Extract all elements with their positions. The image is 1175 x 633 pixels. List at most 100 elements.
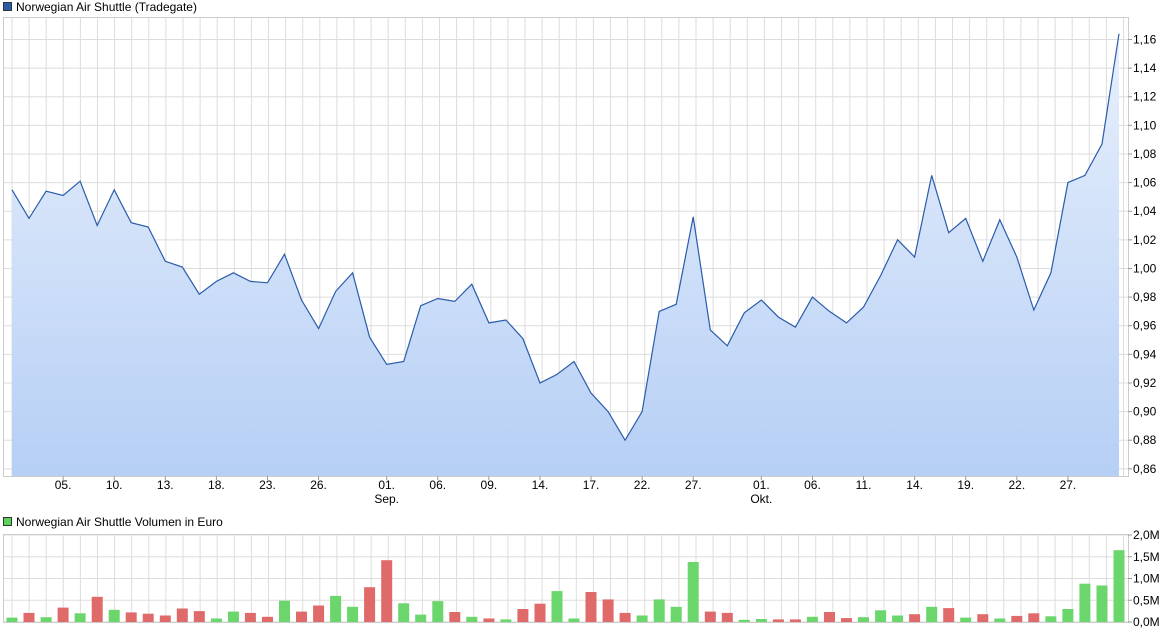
volume-bar	[210, 618, 222, 622]
volume-bar	[738, 619, 750, 622]
volume-bar	[244, 612, 256, 622]
volume-bar	[755, 619, 767, 622]
volume-bar	[1079, 583, 1091, 622]
volume-y-tick-label: 0,0M	[1133, 615, 1160, 629]
volume-bar	[313, 605, 325, 622]
volume-bar	[347, 606, 359, 622]
volume-bar	[909, 614, 921, 622]
volume-bar	[381, 560, 393, 622]
price-x-tick-label: 22.	[1008, 478, 1025, 492]
price-x-tick-label: 19.	[957, 478, 974, 492]
volume-bar	[1028, 613, 1040, 622]
volume-bar	[858, 617, 869, 622]
price-x-tick-label: 01.	[753, 478, 770, 492]
volume-bar	[227, 611, 239, 622]
price-y-tick-label: 0,90	[1133, 405, 1157, 419]
volume-y-tick-label: 1,0M	[1133, 572, 1160, 586]
volume-bar	[330, 595, 342, 622]
price-x-tick-label: 06.	[804, 478, 821, 492]
volume-bar	[125, 612, 137, 622]
price-x-tick-label: 27.	[1060, 478, 1077, 492]
price-x-tick-label: 22.	[634, 478, 651, 492]
price-x-tick-month: Okt.	[750, 492, 772, 506]
price-legend-swatch	[3, 2, 12, 11]
volume-bar	[687, 562, 699, 622]
volume-bar	[926, 606, 938, 622]
volume-bar	[602, 599, 614, 622]
price-x-tick-label: 26.	[310, 478, 327, 492]
volume-y-tick-label: 1,5M	[1133, 550, 1160, 564]
price-x-tick-label: 06.	[429, 478, 446, 492]
volume-y-axis: 0,0M 0,5M 1,0M 1,5M 2,0M	[1128, 528, 1160, 629]
volume-bar	[824, 612, 835, 622]
volume-bar	[398, 603, 410, 622]
volume-bar	[91, 596, 103, 622]
price-x-tick-label: 14.	[906, 478, 923, 492]
price-x-tick-label: 01.	[378, 478, 395, 492]
volume-bar	[296, 611, 307, 622]
volume-bar	[1096, 585, 1108, 622]
price-x-tick-label: 14.	[532, 478, 549, 492]
volume-bar	[176, 608, 188, 622]
volume-bar	[721, 612, 733, 622]
volume-bar	[415, 614, 427, 622]
price-y-tick-label: 0,92	[1133, 376, 1157, 390]
volume-bar	[483, 618, 495, 622]
volume-bar	[636, 615, 648, 622]
volume-y-tick-label: 0,5M	[1133, 593, 1160, 607]
price-x-tick-label: 13.	[157, 478, 174, 492]
price-x-tick-label: 18.	[208, 478, 225, 492]
price-x-tick-label: 09.	[481, 478, 498, 492]
chart-canvas: Norwegian Air Shuttle (Tradegate) 0,860,…	[3, 0, 1160, 629]
volume-bar	[789, 619, 801, 622]
volume-bars	[6, 550, 1125, 622]
volume-bar	[517, 609, 529, 622]
volume-bar	[108, 609, 120, 622]
price-x-tick-label: 23.	[259, 478, 276, 492]
price-x-tick-label: 17.	[583, 478, 600, 492]
volume-bar	[1045, 616, 1057, 622]
volume-bar	[585, 592, 597, 622]
volume-bar	[279, 600, 290, 622]
price-y-tick-label: 1,06	[1133, 176, 1157, 190]
volume-bar	[57, 607, 69, 622]
volume-bar	[960, 617, 972, 622]
volume-bar	[262, 616, 273, 622]
volume-bar	[534, 603, 546, 622]
price-x-tick-label: 27.	[685, 478, 702, 492]
price-y-tick-label: 0,96	[1133, 319, 1157, 333]
volume-bar	[892, 615, 904, 622]
volume-bar	[670, 606, 682, 622]
volume-bar	[704, 611, 716, 622]
price-y-tick-label: 0,98	[1133, 290, 1157, 304]
volume-bar	[500, 619, 512, 622]
volume-bar	[568, 618, 580, 622]
volume-bar	[193, 611, 205, 622]
price-x-axis: 05. 10. 13. 18. 23. 26. 01.Sep.06. 09. 14. 17. 22.…	[55, 476, 1077, 506]
volume-chart-title: Norwegian Air Shuttle Volumen in Euro	[16, 515, 223, 529]
volume-bar	[40, 617, 52, 622]
volume-bar	[23, 612, 35, 622]
volume-bar	[772, 619, 784, 622]
volume-bar	[159, 615, 171, 622]
price-x-tick-label: 11.	[856, 478, 872, 492]
volume-bar	[653, 599, 665, 622]
price-y-tick-label: 1,02	[1133, 233, 1157, 247]
volume-bar	[1113, 550, 1125, 622]
price-y-tick-label: 1,04	[1133, 204, 1157, 218]
volume-bar	[943, 608, 955, 622]
volume-bar	[6, 617, 18, 622]
volume-bar	[977, 614, 989, 622]
volume-bar	[74, 613, 86, 622]
price-x-tick-label: 05.	[55, 478, 72, 492]
volume-bar	[1062, 609, 1074, 622]
volume-bar	[841, 618, 852, 622]
volume-bar	[806, 616, 818, 622]
volume-legend-swatch	[3, 517, 12, 526]
volume-bar	[364, 587, 376, 622]
price-y-tick-label: 1,08	[1133, 147, 1157, 161]
price-y-tick-label: 1,14	[1133, 61, 1157, 75]
volume-bar	[875, 610, 887, 622]
price-x-tick-label: 10.	[106, 478, 123, 492]
volume-bar	[142, 613, 154, 622]
